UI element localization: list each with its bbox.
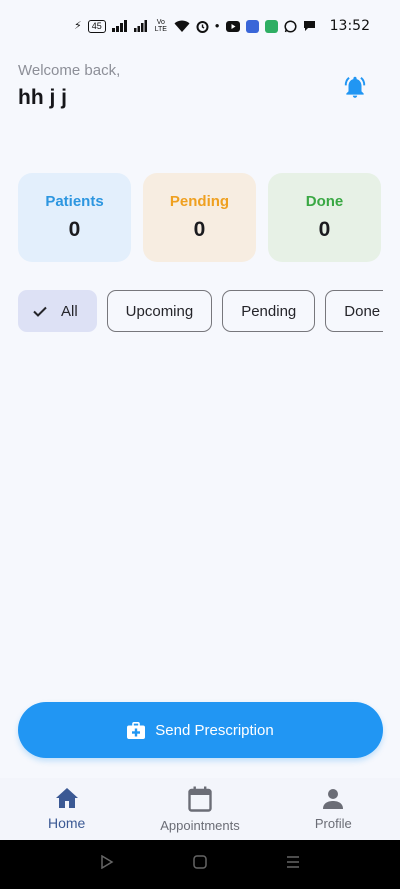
signal-icon [111, 20, 128, 32]
message-icon [303, 20, 316, 32]
filter-chip-pending[interactable]: Pending [222, 290, 316, 332]
youtube-icon [225, 20, 240, 32]
signal-icon-2 [133, 20, 148, 32]
status-bar: ⚡ 45 Vo LTE ● 13:52 [0, 0, 400, 52]
stat-value: 0 [193, 218, 206, 241]
pending-stat-card: Pending 0 [143, 173, 256, 262]
stat-value: 0 [318, 218, 331, 241]
send-prescription-button[interactable]: Send Prescription [18, 702, 383, 758]
filter-chip-all[interactable]: All [18, 290, 97, 332]
volte-indicator: Vo LTE [154, 19, 167, 33]
stat-label: Pending [169, 193, 230, 210]
stat-label: Patients [45, 193, 104, 210]
back-triangle-icon[interactable] [100, 854, 114, 874]
bell-ring-icon [344, 76, 366, 98]
stat-label: Done [305, 193, 344, 210]
filter-chip-done[interactable]: Done [325, 290, 383, 332]
battery-indicator: 45 [87, 19, 106, 33]
alarm-icon [196, 20, 209, 33]
nav-label: Profile [314, 815, 352, 831]
user-name: hh j j [18, 86, 67, 109]
filter-chip-upcoming[interactable]: Upcoming [106, 290, 213, 332]
nav-item-appointments[interactable]: Appointments [133, 778, 266, 840]
home-icon [55, 788, 78, 808]
patients-stat-card: Patients 0 [18, 173, 131, 262]
stat-value: 0 [68, 218, 81, 241]
notification-button[interactable] [338, 70, 372, 104]
filter-chip-label: All [61, 302, 78, 320]
whatsapp-icon [284, 19, 297, 33]
clock: 13:52 [329, 18, 370, 34]
filter-chip-label: Done [344, 302, 381, 320]
done-stat-card: Done 0 [268, 173, 381, 262]
vpn-icon [264, 19, 278, 33]
system-navigation-bar [0, 840, 400, 889]
nav-label: Home [47, 815, 86, 831]
send-prescription-label: Send Prescription [155, 721, 274, 739]
filter-chips: All Upcoming Pending Done [18, 290, 383, 332]
bottom-navigation: Home Appointments Profile [0, 778, 400, 840]
nav-item-home[interactable]: Home [0, 778, 133, 840]
filter-chip-label: Upcoming [125, 302, 194, 320]
home-square-icon[interactable] [193, 855, 207, 874]
medical-bag-icon [127, 721, 146, 739]
wifi-icon [174, 20, 190, 33]
nav-label: Appointments [160, 817, 240, 833]
nav-item-profile[interactable]: Profile [267, 778, 400, 840]
menu-lines-icon[interactable] [286, 855, 300, 874]
charging-icon: ⚡ [74, 19, 82, 32]
check-icon [33, 306, 47, 317]
filter-chip-label: Pending [241, 302, 297, 320]
person-icon [323, 788, 344, 809]
app-notification-icon [245, 19, 259, 33]
dot-icon: ● [214, 21, 220, 30]
welcome-text: Welcome back, [18, 62, 121, 79]
calendar-icon [188, 786, 212, 812]
